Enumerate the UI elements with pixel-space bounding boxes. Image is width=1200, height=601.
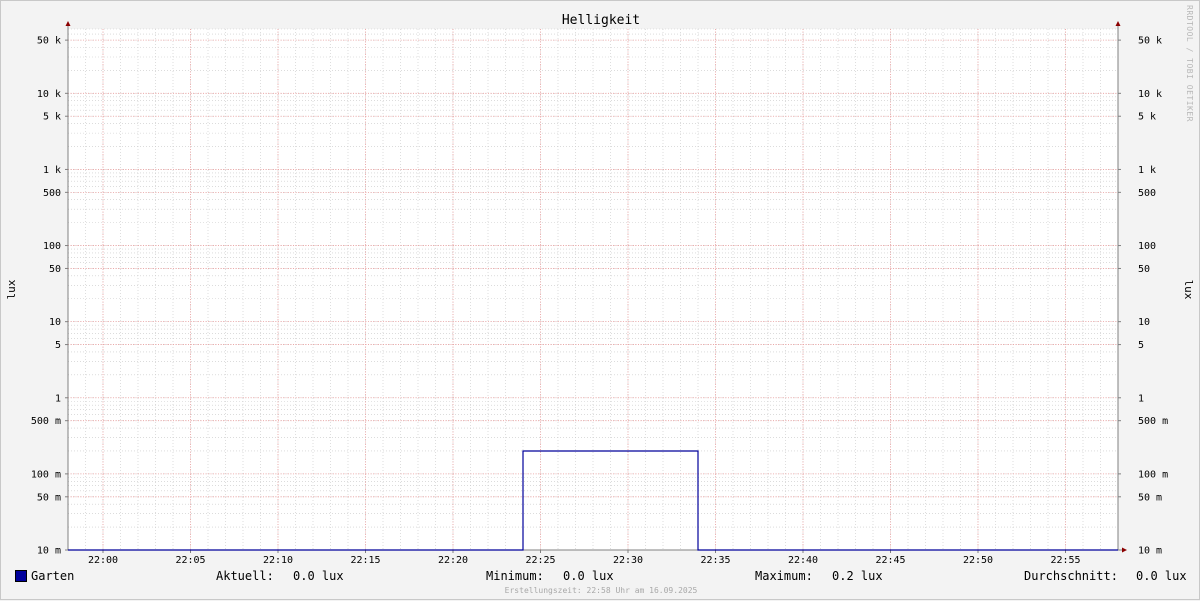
y-tick-label-right: 100 m bbox=[1138, 469, 1168, 480]
legend-maximum-value: 0.2 lux bbox=[832, 569, 883, 583]
y-tick-label-left: 1 k bbox=[43, 165, 61, 176]
y-tick-label-right: 1 k bbox=[1138, 165, 1156, 176]
y-tick-label-right: 50 k bbox=[1138, 36, 1162, 47]
y-tick-label-right: 50 m bbox=[1138, 492, 1162, 503]
y-axis-arrow-left bbox=[65, 21, 71, 26]
y-tick-label-left: 500 bbox=[43, 188, 61, 199]
legend-durchschnitt-label: Durchschnitt: bbox=[1024, 569, 1118, 583]
x-tick-label: 22:15 bbox=[350, 555, 380, 566]
y-tick-label-left: 1 bbox=[55, 393, 61, 404]
y-tick-label-left: 10 k bbox=[37, 89, 61, 100]
y-tick-label-right: 10 bbox=[1138, 317, 1150, 328]
y-tick-label-left: 50 bbox=[49, 264, 61, 275]
x-tick-label: 22:40 bbox=[788, 555, 818, 566]
y-tick-label-right: 10 k bbox=[1138, 89, 1162, 100]
x-tick-label: 22:55 bbox=[1050, 555, 1080, 566]
rrdtool-watermark: RRDTOOL / TOBI OETIKER bbox=[1185, 5, 1194, 122]
legend-series-name: Garten bbox=[31, 569, 75, 583]
y-tick-label-right: 5 bbox=[1138, 340, 1144, 351]
y-tick-label-right: 50 bbox=[1138, 264, 1150, 275]
y-tick-label-right: 500 m bbox=[1138, 416, 1168, 427]
y-tick-label-right: 5 k bbox=[1138, 112, 1156, 123]
y-axis-label-left: lux bbox=[5, 279, 18, 299]
y-tick-label-right: 100 bbox=[1138, 241, 1156, 252]
y-tick-label-left: 5 bbox=[55, 340, 61, 351]
y-tick-label-right: 1 bbox=[1138, 393, 1144, 404]
legend-maximum-label: Maximum: bbox=[755, 569, 813, 583]
x-tick-label: 22:45 bbox=[875, 555, 905, 566]
x-tick-label: 22:50 bbox=[963, 555, 993, 566]
x-tick-label: 22:25 bbox=[525, 555, 555, 566]
y-tick-label-left: 100 bbox=[43, 241, 61, 252]
x-tick-label: 22:10 bbox=[263, 555, 293, 566]
x-tick-label: 22:05 bbox=[175, 555, 205, 566]
legend-minimum-value: 0.0 lux bbox=[563, 569, 614, 583]
y-tick-label-right: 10 m bbox=[1138, 546, 1162, 557]
y-tick-label-left: 10 bbox=[49, 317, 61, 328]
y-axis-label-right: lux bbox=[1182, 280, 1195, 300]
chart-title: Helligkeit bbox=[562, 13, 640, 28]
y-tick-label-left: 10 m bbox=[37, 546, 61, 557]
y-tick-label-left: 5 k bbox=[43, 112, 61, 123]
legend: Garten Aktuell: 0.0 lux Minimum: 0.0 lux… bbox=[1, 569, 1200, 585]
y-tick-label-left: 50 k bbox=[37, 36, 61, 47]
legend-minimum-label: Minimum: bbox=[486, 569, 544, 583]
x-axis-arrow bbox=[1122, 547, 1127, 553]
legend-aktuell-label: Aktuell: bbox=[216, 569, 274, 583]
x-tick-label: 22:35 bbox=[700, 555, 730, 566]
creation-timestamp: Erstellungszeit: 22:58 Uhr am 16.09.2025 bbox=[504, 586, 698, 595]
legend-durchschnitt-value: 0.0 lux bbox=[1136, 569, 1187, 583]
chart-frame: 10 m 10 m 50 m 50 m 100 m 100 m 500 m 500 m 1 1 5 5… bbox=[0, 0, 1200, 600]
y-axis-arrow-right bbox=[1115, 21, 1121, 26]
legend-aktuell-value: 0.0 lux bbox=[293, 569, 344, 583]
x-tick-label: 22:20 bbox=[438, 555, 468, 566]
x-tick-label: 22:30 bbox=[613, 555, 643, 566]
y-tick-label-left: 500 m bbox=[31, 416, 61, 427]
y-tick-label-left: 100 m bbox=[31, 469, 61, 480]
chart-svg: 10 m 10 m 50 m 50 m 100 m 100 m 500 m 500 m 1 1 5 5… bbox=[5, 13, 1195, 566]
y-tick-label-left: 50 m bbox=[37, 492, 61, 503]
y-tick-label-right: 500 bbox=[1138, 188, 1156, 199]
x-tick-label: 22:00 bbox=[88, 555, 118, 566]
